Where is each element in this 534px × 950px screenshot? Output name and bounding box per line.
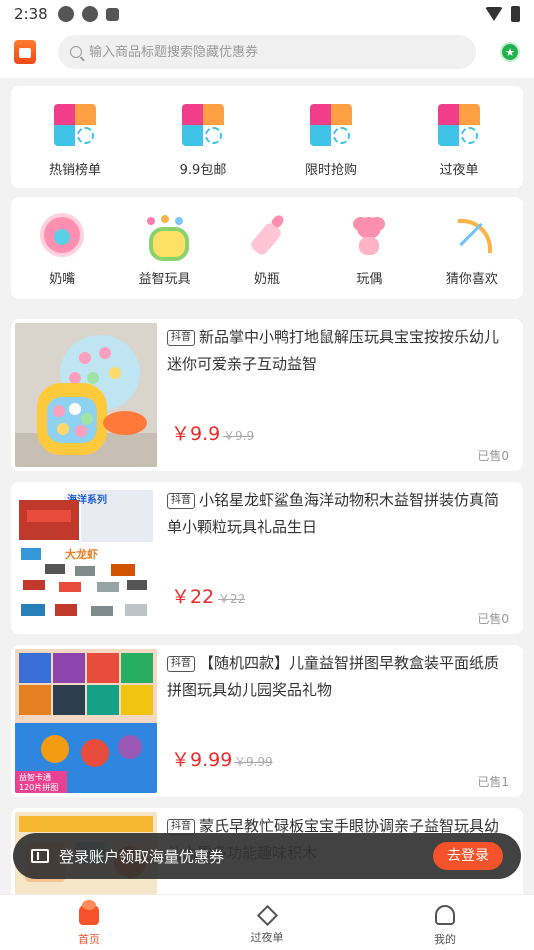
puzzle-icon xyxy=(54,104,96,148)
puzzle-icon xyxy=(310,104,352,148)
category-grid-primary: 热销榜单 9.9包邮 限时抢购 过夜单 xyxy=(11,86,523,188)
product-card[interactable]: 益智卡通 120片拼图 抖音 【随机四款】儿童益智拼图早教盒装平面纸质拼图玩具幼儿… xyxy=(11,645,523,797)
category-free-shipping[interactable]: 9.9包邮 xyxy=(139,86,267,188)
tab-overnight[interactable]: 过夜单 xyxy=(178,895,356,950)
category-dolls[interactable]: 玩偶 xyxy=(318,197,420,299)
product-image xyxy=(15,323,157,467)
category-label: 玩偶 xyxy=(356,272,383,287)
coupon-icon xyxy=(31,849,49,863)
app-notification-icon xyxy=(105,7,119,21)
platform-tag: 抖音 xyxy=(167,656,195,672)
thumb-text-line2: 120片拼图 xyxy=(19,782,58,792)
battery-icon xyxy=(511,6,520,22)
product-title: 抖音 小铭星龙虾鲨鱼海洋动物积木益智拼装仿真简单小颗粒玩具礼品生日 xyxy=(167,487,507,541)
tab-home[interactable]: 首页 xyxy=(0,895,178,950)
category-label: 限时抢购 xyxy=(304,163,357,178)
category-label: 益智玩具 xyxy=(138,272,191,287)
product-sold-count: 已售1 xyxy=(477,775,509,789)
product-original-price: ￥9.9 xyxy=(223,429,255,443)
category-label: 猜你喜欢 xyxy=(445,272,498,287)
product-title-text: 新品掌中小鸭打地鼠解压玩具宝宝按按乐幼儿迷你可爱亲子互动益智 xyxy=(167,328,500,373)
diamond-icon xyxy=(256,904,278,927)
pacifier-icon xyxy=(40,213,85,257)
platform-tag: 抖音 xyxy=(167,493,195,509)
product-price: ￥9.9 xyxy=(171,423,221,445)
tab-label: 首页 xyxy=(78,933,100,946)
duck-toy-illustration xyxy=(15,323,157,467)
status-bar: 2:38 xyxy=(0,0,534,28)
category-grid-secondary: 奶嘴 益智玩具 奶瓶 玩偶 猜你喜欢 xyxy=(11,197,523,299)
bow-icon xyxy=(450,213,494,257)
app-notification-icon xyxy=(57,6,74,22)
product-title-text: 【随机四款】儿童益智拼图早教盒装平面纸质拼图玩具幼儿园奖品礼物 xyxy=(167,654,500,699)
paw-icon xyxy=(143,213,189,261)
category-hot-list[interactable]: 热销榜单 xyxy=(11,86,139,188)
search-icon xyxy=(70,46,82,58)
product-original-price: ￥22 xyxy=(218,592,246,606)
product-card[interactable]: 抖音 新品掌中小鸭打地鼠解压玩具宝宝按按乐幼儿迷你可爱亲子互动益智 ￥9.9 ￥9… xyxy=(11,319,523,471)
category-label: 热销榜单 xyxy=(48,163,101,178)
search-input[interactable] xyxy=(89,44,449,60)
status-time: 2:38 xyxy=(14,5,48,23)
product-title: 抖音 【随机四款】儿童益智拼图早教盒装平面纸质拼图玩具幼儿园奖品礼物 xyxy=(167,650,507,704)
app-notification-icon xyxy=(81,6,98,22)
user-icon xyxy=(435,905,455,925)
thumb-name-text: 大龙虾 xyxy=(65,547,98,561)
tab-profile[interactable]: 我的 xyxy=(356,895,534,950)
product-price: ￥9.99 xyxy=(171,749,233,771)
puzzle-icon xyxy=(438,104,480,148)
bottle-icon xyxy=(245,213,289,257)
bottom-tab-bar: 首页 过夜单 我的 xyxy=(0,894,534,950)
platform-tag: 抖音 xyxy=(167,330,195,346)
puzzle-box-illustration: 益智卡通 120片拼图 xyxy=(15,649,157,793)
wifi-icon xyxy=(485,7,503,21)
product-original-price: ￥9.99 xyxy=(234,755,273,769)
tab-label: 我的 xyxy=(434,933,456,946)
favorite-star-icon[interactable]: ★ xyxy=(500,42,520,62)
search-bar[interactable] xyxy=(58,35,476,69)
product-image: 益智卡通 120片拼图 xyxy=(15,649,157,793)
product-sold-count: 已售0 xyxy=(477,612,509,626)
login-button[interactable]: 去登录 xyxy=(433,842,503,870)
lego-lobster-illustration: 海洋系列 大龙虾 xyxy=(15,486,157,630)
category-recommended[interactable]: 猜你喜欢 xyxy=(421,197,523,299)
product-title-text: 小铭星龙虾鲨鱼海洋动物积木益智拼装仿真简单小颗粒玩具礼品生日 xyxy=(167,491,500,536)
app-logo-icon[interactable] xyxy=(14,40,36,64)
category-label: 9.9包邮 xyxy=(179,163,227,178)
category-label: 过夜单 xyxy=(439,163,479,178)
top-bar: ★ xyxy=(0,28,534,78)
category-label: 奶嘴 xyxy=(49,272,76,287)
thumb-text-line1: 益智卡通 xyxy=(19,772,51,782)
login-prompt-text: 登录账户领取海量优惠券 xyxy=(59,847,225,866)
product-image: 海洋系列 大龙虾 xyxy=(15,486,157,630)
product-card[interactable]: 海洋系列 大龙虾 抖音 小铭星龙虾鲨鱼海洋动物积木益智拼装仿真简单小颗粒玩具礼品生… xyxy=(11,482,523,634)
puzzle-icon xyxy=(182,104,224,148)
category-flash-sale[interactable]: 限时抢购 xyxy=(267,86,395,188)
category-educational-toys[interactable]: 益智玩具 xyxy=(113,197,215,299)
product-price: ￥22 xyxy=(171,586,215,608)
category-overnight[interactable]: 过夜单 xyxy=(395,86,523,188)
product-title: 抖音 新品掌中小鸭打地鼠解压玩具宝宝按按乐幼儿迷你可爱亲子互动益智 xyxy=(167,324,507,378)
login-prompt-banner: 登录账户领取海量优惠券 去登录 xyxy=(13,833,521,879)
tab-label: 过夜单 xyxy=(250,931,284,944)
category-bottle[interactable]: 奶瓶 xyxy=(216,197,318,299)
bear-icon xyxy=(347,213,391,257)
category-label: 奶瓶 xyxy=(254,272,281,287)
product-sold-count: 已售0 xyxy=(477,449,509,463)
category-pacifier[interactable]: 奶嘴 xyxy=(11,197,113,299)
home-icon xyxy=(79,900,99,925)
